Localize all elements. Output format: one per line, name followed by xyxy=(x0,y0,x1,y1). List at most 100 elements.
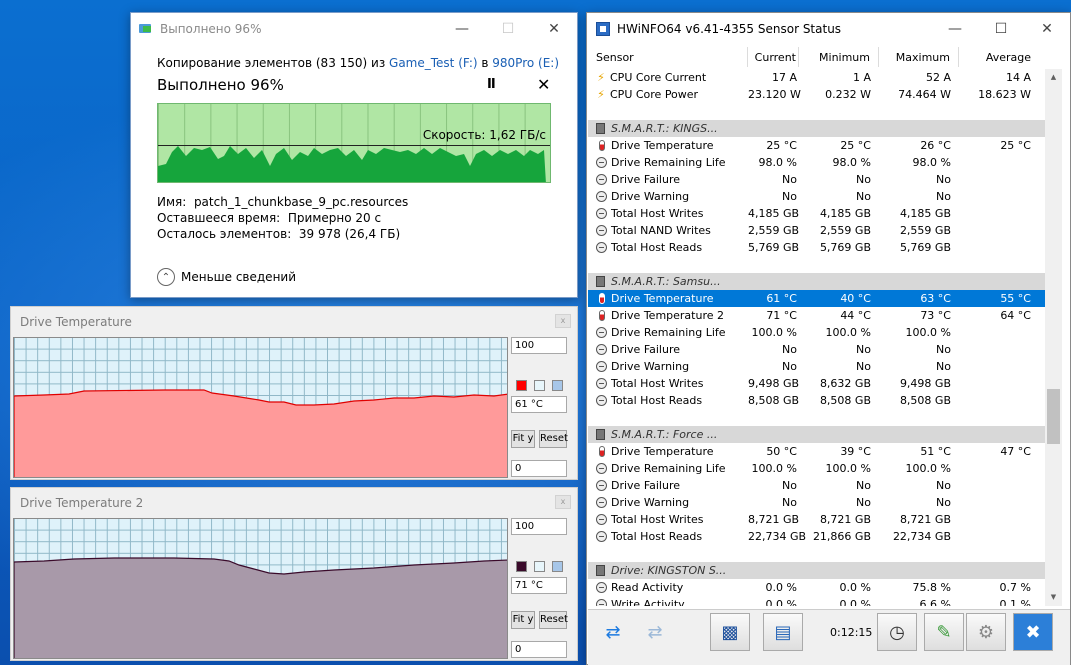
sensor-name: CPU Core Current xyxy=(610,71,707,84)
sensor-row[interactable]: Total Host Writes 4,185 GB 4,185 GB 4,185 G… xyxy=(588,205,1054,222)
sensor-row[interactable]: Drive Temperature 2 71 °C 44 °C 73 °C 64 °C xyxy=(588,307,1054,324)
sensor-group-header[interactable]: S.M.A.R.T.: Force ... xyxy=(588,426,1054,443)
sensor-row[interactable]: Drive Warning No No No xyxy=(588,494,1054,511)
sensor-row[interactable]: Drive Temperature 61 °C 40 °C 63 °C 55 °C xyxy=(588,290,1054,307)
sensor-row[interactable]: Drive Remaining Life 98.0 % 98.0 % 98.0 % xyxy=(588,154,1054,171)
nav-arrows-icon[interactable]: ⇄ xyxy=(593,613,633,651)
nav-arrows-dim-icon[interactable]: ⇄ xyxy=(635,613,675,651)
close-button[interactable]: ✕ xyxy=(531,13,577,44)
scroll-up-icon[interactable]: ▲ xyxy=(1045,69,1062,86)
graph-min-field[interactable]: 0 xyxy=(511,641,567,658)
graph-max-field[interactable]: 100 xyxy=(511,337,567,354)
graph-max-field[interactable]: 100 xyxy=(511,518,567,535)
add-report-icon[interactable]: ✎ xyxy=(924,613,964,651)
fit-y-button[interactable]: Fit y xyxy=(511,611,535,629)
drive-icon xyxy=(596,429,605,440)
sensor-row[interactable]: Drive Remaining Life 100.0 % 100.0 % 100.0 … xyxy=(588,324,1054,341)
sensor-name: Total NAND Writes xyxy=(611,224,711,237)
column-header-current[interactable]: Current xyxy=(748,47,799,67)
destination-link[interactable]: 980Pro (E:) xyxy=(492,56,559,70)
sensor-row[interactable]: Drive Remaining Life 100.0 % 100.0 % 100.0 … xyxy=(588,460,1054,477)
background-color-swatch[interactable] xyxy=(534,561,545,572)
close-icon[interactable]: x xyxy=(555,314,571,328)
average-value: 55 °C xyxy=(1000,292,1031,305)
bottom-toolbar: ⇄ ⇄ ▩ ▤ 0:12:15 ◷ ✎ ⚙ ✖ xyxy=(588,609,1070,665)
scroll-thumb[interactable] xyxy=(1047,389,1060,444)
group-name: S.M.A.R.T.: Samsu... xyxy=(611,275,721,288)
maximum-value: 100.0 % xyxy=(905,326,951,339)
graph-title: Drive Temperature xyxy=(20,315,132,329)
title-bar[interactable]: HWiNFO64 v6.41-4355 Sensor Status — ☐ ✕ xyxy=(587,13,1070,44)
column-header-average[interactable]: Average xyxy=(959,47,1039,67)
reset-button[interactable]: Reset xyxy=(539,430,568,448)
minimize-button[interactable]: — xyxy=(932,13,978,44)
vertical-scrollbar[interactable]: ▲ ▼ xyxy=(1045,69,1062,606)
sensor-row[interactable]: Drive Temperature 50 °C 39 °C 51 °C 47 °C xyxy=(588,443,1054,460)
sensor-row[interactable]: Drive Failure No No No xyxy=(588,477,1054,494)
grid-color-swatch[interactable] xyxy=(552,380,563,391)
sensor-row[interactable]: Drive Failure No No No xyxy=(588,171,1054,188)
sensor-gauge-icon xyxy=(596,599,607,606)
pause-icon[interactable]: II xyxy=(487,77,496,92)
grid-color-swatch[interactable] xyxy=(552,561,563,572)
clock-icon[interactable]: ◷ xyxy=(877,613,917,651)
close-button[interactable]: ✕ xyxy=(1024,13,1070,44)
monitor-icon[interactable]: ▩ xyxy=(710,613,750,651)
sensor-row[interactable]: Drive Temperature 25 °C 25 °C 26 °C 25 °C xyxy=(588,137,1054,154)
less-details-button[interactable]: ⌃ Меньше сведений xyxy=(157,268,296,286)
sensor-row[interactable]: Drive Failure No No No xyxy=(588,341,1054,358)
temperature-curve xyxy=(14,389,507,477)
sensor-row[interactable]: Drive Warning No No No xyxy=(588,358,1054,375)
sensor-row[interactable]: Total NAND Writes 2,559 GB 2,559 GB 2,559 G… xyxy=(588,222,1054,239)
close-icon[interactable]: ✕ xyxy=(537,75,550,94)
sensor-gauge-icon xyxy=(596,497,607,508)
source-link[interactable]: Game_Test (F:) xyxy=(389,56,478,70)
average-value: 14 A xyxy=(1005,71,1031,84)
maximize-button[interactable]: ☐ xyxy=(978,13,1024,44)
sensor-row[interactable]: ⚡ CPU Core Power 23.120 W 0.232 W 74.464 W 18… xyxy=(588,86,1054,103)
sensor-gauge-icon xyxy=(596,327,607,338)
graph-min-field[interactable]: 0 xyxy=(511,460,567,477)
sensor-row[interactable]: Drive Warning No No No xyxy=(588,188,1054,205)
sensor-name: Drive Warning xyxy=(611,190,690,203)
current-value: No xyxy=(782,173,797,186)
sensor-group-header[interactable]: S.M.A.R.T.: KINGS... xyxy=(588,120,1054,137)
sensor-gauge-icon xyxy=(596,480,607,491)
column-header-maximum[interactable]: Maximum xyxy=(879,47,959,67)
sensor-row[interactable]: ⚡ CPU Core Current 17 A 1 A 52 A 14 A xyxy=(588,69,1054,86)
minimum-value: 1 A xyxy=(852,71,871,84)
column-header-sensor[interactable]: Sensor xyxy=(588,47,748,67)
sensor-group-header[interactable]: Drive: KINGSTON S... xyxy=(588,562,1054,579)
minimum-value: 8,632 GB xyxy=(819,377,871,390)
sensor-row[interactable]: Total Host Reads 22,734 GB 21,866 GB 22,734… xyxy=(588,528,1054,545)
sensor-group-header[interactable]: S.M.A.R.T.: Samsu... xyxy=(588,273,1054,290)
drive-icon xyxy=(596,123,605,134)
close-icon[interactable]: ✖ xyxy=(1013,613,1053,651)
sensor-row[interactable]: Total Host Writes 8,721 GB 8,721 GB 8,721 G… xyxy=(588,511,1054,528)
sensor-row[interactable]: Read Activity 0.0 % 0.0 % 75.8 % 0.7 % xyxy=(588,579,1054,596)
series-color-swatch[interactable] xyxy=(516,561,527,572)
sensor-row[interactable]: Total Host Reads 8,508 GB 8,508 GB 8,508 GB xyxy=(588,392,1054,409)
maximum-value: No xyxy=(936,496,951,509)
close-icon[interactable]: x xyxy=(555,495,571,509)
minimize-button[interactable]: — xyxy=(439,13,485,44)
scroll-down-icon[interactable]: ▼ xyxy=(1045,589,1062,606)
current-value: No xyxy=(782,190,797,203)
sensor-row[interactable]: Total Host Reads 5,769 GB 5,769 GB 5,769 GB xyxy=(588,239,1054,256)
graph-plot[interactable] xyxy=(13,518,508,659)
time-remaining: Примерно 20 с xyxy=(287,211,382,225)
sensor-name: Drive Temperature xyxy=(611,445,714,458)
graph-plot[interactable] xyxy=(13,337,508,478)
network-icon[interactable]: ▤ xyxy=(763,613,803,651)
fit-y-button[interactable]: Fit y xyxy=(511,430,535,448)
series-color-swatch[interactable] xyxy=(516,380,527,391)
background-color-swatch[interactable] xyxy=(534,380,545,391)
transfer-info: Имя: patch_1_chunkbase_9_pc.resources Ос… xyxy=(157,194,408,242)
sensor-row[interactable]: Total Host Writes 9,498 GB 8,632 GB 9,498 G… xyxy=(588,375,1054,392)
maximum-value: No xyxy=(936,190,951,203)
gear-icon[interactable]: ⚙ xyxy=(966,613,1006,651)
sensor-row[interactable]: Write Activity 0.0 % 0.0 % 6.6 % 0.1 % xyxy=(588,596,1054,606)
reset-button[interactable]: Reset xyxy=(539,611,568,629)
column-header-minimum[interactable]: Minimum xyxy=(799,47,879,67)
title-bar[interactable]: Выполнено 96% — ☐ ✕ xyxy=(131,13,577,44)
